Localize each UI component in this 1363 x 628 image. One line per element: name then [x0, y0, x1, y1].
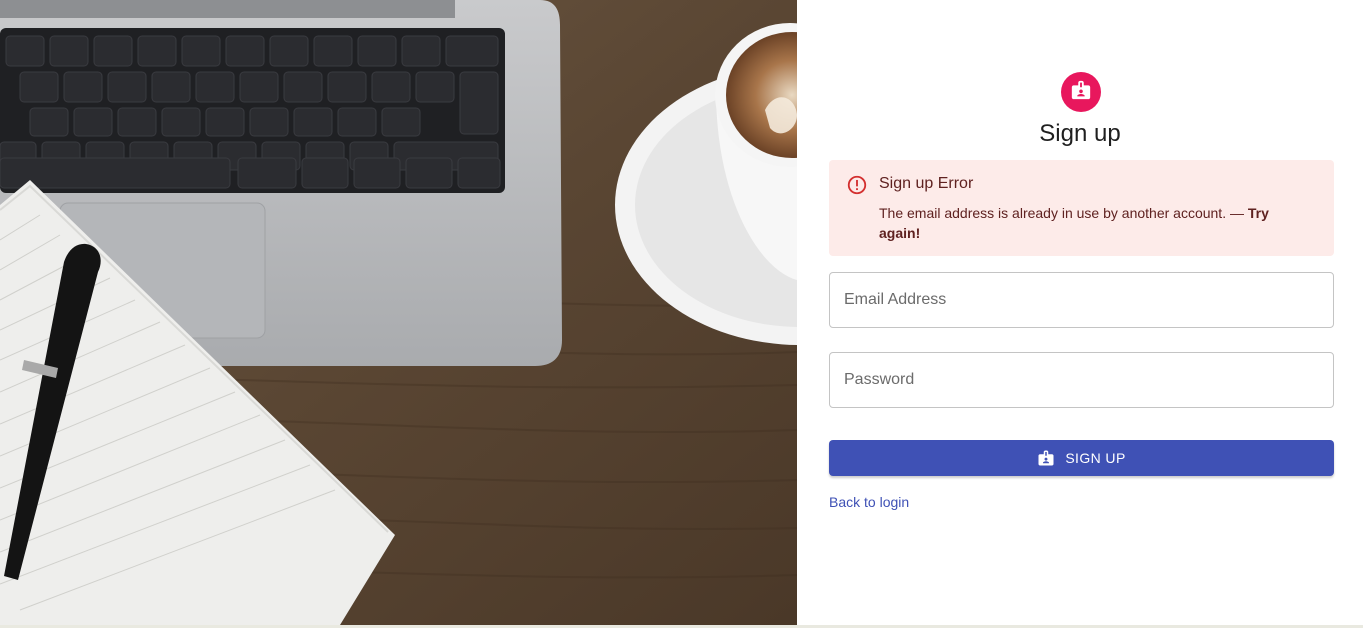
- signup-panel: Sign up Sign up Error The email address …: [797, 0, 1363, 625]
- password-field[interactable]: [829, 352, 1334, 408]
- alert-message-text: The email address is already in use by a…: [879, 205, 1248, 221]
- signup-button-label: SIGN UP: [1065, 450, 1126, 466]
- page-title: Sign up: [1039, 120, 1121, 147]
- email-input[interactable]: [830, 273, 1333, 327]
- error-outline-icon: [846, 174, 868, 201]
- error-alert: Sign up Error The email address is alrea…: [829, 160, 1334, 256]
- hero-image: [0, 0, 797, 625]
- contact-badge-icon: [1070, 79, 1092, 106]
- alert-message: The email address is already in use by a…: [879, 203, 1299, 243]
- back-to-login-link[interactable]: Back to login: [829, 494, 909, 510]
- password-input[interactable]: [830, 353, 1333, 407]
- email-field[interactable]: [829, 272, 1334, 328]
- signup-button[interactable]: SIGN UP: [829, 440, 1334, 476]
- alert-title: Sign up Error: [879, 175, 974, 192]
- avatar: [1061, 72, 1101, 112]
- contact-badge-icon: [1037, 449, 1055, 467]
